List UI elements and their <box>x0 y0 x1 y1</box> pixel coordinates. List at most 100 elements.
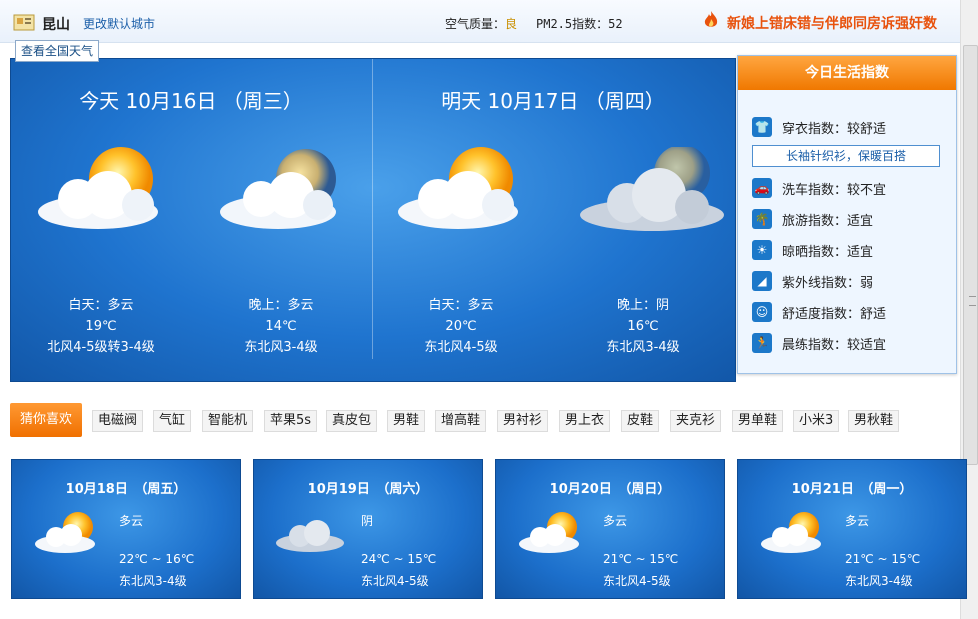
life-index-label: 穿衣指数：较舒适 <box>782 121 887 137</box>
forecast-date: 10月21日 （周一） <box>791 482 913 497</box>
partly-cloudy-icon <box>761 512 821 553</box>
tomorrow-night-weather: 晚上：阴 16℃ 东北风3-4级 <box>563 295 723 358</box>
pm25-index: PM2.5指数：52 <box>536 17 623 31</box>
overcast-icon <box>276 520 344 552</box>
today-night-label: 晚上：多云 <box>248 298 314 313</box>
forecast-wind: 东北风3-4级 <box>119 574 187 588</box>
tag-link[interactable]: 小米3 <box>793 410 840 432</box>
today-tomorrow-panel: 今天 10月16日 （周三） 明天 10月17日 （周四） 白天：多云 19℃ <box>10 58 736 382</box>
life-index-label: 晨练指数：较适宜 <box>782 337 887 353</box>
life-index-label: 紫外线指数：弱 <box>782 275 874 291</box>
life-index-item[interactable]: ☀ 晾晒指数：适宜 <box>752 239 873 261</box>
air-quality: 空气质量：良 <box>445 15 517 32</box>
forecast-desc: 多云 <box>119 514 144 528</box>
today-day-label: 白天：多云 <box>68 298 134 313</box>
today-day-weather: 白天：多云 19℃ 北风4-5级转3-4级 <box>21 295 181 358</box>
life-index-item[interactable]: 👕 穿衣指数：较舒适 <box>752 116 886 138</box>
forecast-temp: 21℃ ~ 15℃ <box>603 552 679 566</box>
life-index-item[interactable]: ◢ 紫外线指数：弱 <box>752 270 873 292</box>
tomorrow-day-wind: 东北风4-5级 <box>424 340 498 355</box>
tag-link[interactable]: 苹果5s <box>264 410 318 432</box>
night-cloudy-icon <box>220 149 336 229</box>
tag-link[interactable]: 男衬衫 <box>497 410 549 432</box>
tag-link[interactable]: 气缸 <box>153 410 192 432</box>
news-headline-link[interactable]: 新娘上错床错与伴郎同房诉强奸数 <box>727 13 960 33</box>
tomorrow-night-wind: 东北风3-4级 <box>606 340 680 355</box>
scrollbar-grip <box>969 296 976 306</box>
tomorrow-title: 明天 10月17日 （周四） <box>441 89 665 113</box>
national-weather-button[interactable]: 查看全国天气 <box>15 40 100 62</box>
forecast-desc: 多云 <box>845 514 870 528</box>
forecast-date: 10月20日 （周日） <box>549 482 671 497</box>
life-index-label: 洗车指数：较不宜 <box>782 182 887 198</box>
life-index-item[interactable]: ☺ 舒适度指数：舒适 <box>752 301 886 323</box>
life-index-item[interactable]: 🌴 旅游指数：适宜 <box>752 208 873 230</box>
tag-link[interactable]: 真皮包 <box>326 410 378 432</box>
city-icon <box>13 14 35 31</box>
shirt-icon: 👕 <box>752 117 772 137</box>
forecast-card[interactable]: 10月21日 （周一） 多云 21℃ ~ 15℃ 东北风3-4级 <box>737 459 967 599</box>
forecast-date: 10月18日 （周五） <box>65 482 187 497</box>
partly-cloudy-icon <box>398 147 518 229</box>
life-index-label: 晾晒指数：适宜 <box>782 244 874 260</box>
smiley-icon: ☺ <box>752 302 772 322</box>
air-quality-value: 良 <box>505 17 518 31</box>
tag-link[interactable]: 夹克衫 <box>670 410 722 432</box>
today-night-weather: 晚上：多云 14℃ 东北风3-4级 <box>201 295 361 358</box>
panel-divider <box>372 59 373 359</box>
forecast-card[interactable]: 10月18日 （周五） 多云 22℃ ~ 16℃ 东北风3-4级 <box>11 459 241 599</box>
life-index-label: 舒适度指数：舒适 <box>782 306 887 322</box>
partly-cloudy-icon <box>38 147 158 229</box>
tomorrow-day-weather: 白天：多云 20℃ 东北风4-5级 <box>381 295 541 358</box>
forecast-desc: 阴 <box>361 514 374 528</box>
clothing-tip: 长袖针织衫，保暖百搭 <box>752 145 940 167</box>
today-day-wind: 北风4-5级转3-4级 <box>47 340 155 355</box>
forecast-wind: 东北风4-5级 <box>603 574 671 588</box>
life-index-panel: 今日生活指数 👕 穿衣指数：较舒适 长袖针织衫，保暖百搭 🚗 洗车指数：较不宜 🌴 旅… <box>737 55 957 374</box>
forecast-temp: 24℃ ~ 15℃ <box>361 552 437 566</box>
tag-link[interactable]: 男鞋 <box>387 410 426 432</box>
night-overcast-icon <box>580 147 724 231</box>
tag-link[interactable]: 增高鞋 <box>435 410 487 432</box>
partly-cloudy-icon <box>519 512 579 553</box>
sun-icon: ☀ <box>752 240 772 260</box>
tomorrow-day-temp: 20℃ <box>445 319 477 334</box>
tag-link[interactable]: 男单鞋 <box>732 410 784 432</box>
scrollbar-thumb[interactable] <box>963 45 978 465</box>
forecast-card[interactable]: 10月19日 （周六） 阴 24℃ ~ 15℃ 东北风4-5级 <box>253 459 483 599</box>
forecast-temp: 21℃ ~ 15℃ <box>845 552 921 566</box>
tag-link[interactable]: 智能机 <box>202 410 254 432</box>
change-city-link[interactable]: 更改默认城市 <box>83 15 155 32</box>
forecast-temp: 22℃ ~ 16℃ <box>119 552 195 566</box>
life-index-title: 今日生活指数 <box>738 56 956 90</box>
tomorrow-night-temp: 16℃ <box>627 319 659 334</box>
forecast-card[interactable]: 10月20日 （周日） 多云 21℃ ~ 15℃ 东北风4-5级 <box>495 459 725 599</box>
guess-you-like-bar: 猜你喜欢 电磁阀 气缸 智能机 苹果5s 真皮包 男鞋 增高鞋 男衬衫 男上衣 … <box>10 403 958 437</box>
car-icon: 🚗 <box>752 178 772 198</box>
life-index-label: 旅游指数：适宜 <box>782 213 874 229</box>
life-index-item[interactable]: 🏃 晨练指数：较适宜 <box>752 332 886 354</box>
palm-tree-icon: 🌴 <box>752 209 772 229</box>
tag-link[interactable]: 男秋鞋 <box>848 410 900 432</box>
fire-icon <box>704 11 718 27</box>
runner-icon: 🏃 <box>752 333 772 353</box>
top-bar: 昆山 更改默认城市 空气质量：良 PM2.5指数：52 新娘上错床错与伴郎同房诉… <box>0 0 960 43</box>
today-night-wind: 东北风3-4级 <box>244 340 318 355</box>
forecast-wind: 东北风3-4级 <box>845 574 913 588</box>
tomorrow-day-label: 白天：多云 <box>428 298 494 313</box>
tag-link[interactable]: 男上衣 <box>559 410 611 432</box>
partly-cloudy-icon <box>35 512 95 553</box>
tag-link[interactable]: 皮鞋 <box>621 410 660 432</box>
city-name: 昆山 <box>42 17 70 33</box>
forecast-wind: 东北风4-5级 <box>361 574 429 588</box>
today-day-temp: 19℃ <box>85 319 117 334</box>
forecast-desc: 多云 <box>603 514 628 528</box>
today-title: 今天 10月16日 （周三） <box>79 89 303 113</box>
tomorrow-night-label: 晚上：阴 <box>616 298 669 313</box>
air-quality-label: 空气质量： <box>445 17 506 31</box>
guess-you-like-title: 猜你喜欢 <box>10 403 82 437</box>
life-index-item[interactable]: 🚗 洗车指数：较不宜 <box>752 177 886 199</box>
forecast-date: 10月19日 （周六） <box>307 482 429 497</box>
uv-icon: ◢ <box>752 271 772 291</box>
tag-link[interactable]: 电磁阀 <box>92 410 144 432</box>
